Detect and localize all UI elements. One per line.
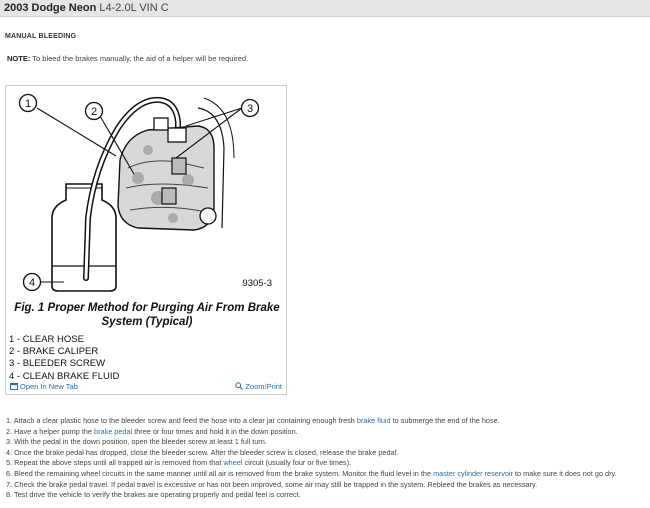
note: NOTE: To bleed the brakes manually, the … [7, 54, 248, 63]
figure-caption: Fig. 1 Proper Method for Purging Air Fro… [6, 301, 288, 329]
callout-3-label: 3 [247, 103, 253, 115]
open-in-new-tab-label: Open In New Tab [20, 382, 78, 391]
step-item: 6. Bleed the remaining wheel circuits in… [6, 468, 617, 478]
note-text: To bleed the brakes manually, the aid of… [30, 54, 249, 63]
note-label: NOTE: [7, 54, 31, 63]
callout-2-label: 2 [91, 106, 97, 118]
legend-item: 4 - CLEAN BRAKE FLUID [9, 370, 120, 382]
figure-caption-line-2: System (Typical) [101, 316, 193, 328]
legend-item: 2 - BRAKE CALIPER [9, 346, 99, 358]
page-header: 2003 Dodge Neon L4-2.0L VIN C [0, 0, 650, 17]
figure-legend: 1 - CLEAR HOSE 2 - BRAKE CALIPER 3 - BLE… [9, 334, 119, 383]
figure-actions: Open In New Tab Zoom/Print [6, 382, 286, 394]
open-in-new-tab-link[interactable]: Open In New Tab [10, 382, 78, 391]
figure-card: 1 2 3 4 9305-3 Fig. 1 Proper Method for … [5, 85, 287, 395]
window-icon [10, 382, 18, 390]
step-item: 3. With the pedal in the down position, … [6, 437, 267, 447]
step-item: 2. Have a helper pump the brake pedal th… [6, 426, 298, 436]
vehicle-model: 2003 Dodge Neon [4, 2, 97, 14]
brake-fluid-link[interactable]: brake fluid [357, 416, 391, 425]
procedure-steps: 1. Attach a clear plastic hose to the bl… [6, 416, 617, 501]
master-cylinder-reservoir-link[interactable]: master cylinder reservoir [433, 469, 513, 478]
figure-caption-line-1: Fig. 1 Proper Method for Purging Air Fro… [14, 302, 280, 314]
legend-item: 1 - CLEAR HOSE [9, 334, 84, 345]
step-item: 7. Check the brake pedal travel. If peda… [6, 479, 538, 489]
step-item: 4. Once the brake pedal has dropped, clo… [6, 447, 399, 457]
section-title: MANUAL BLEEDING [5, 33, 77, 40]
callout-1-label: 1 [25, 98, 31, 110]
figure-ref-number: 9305-3 [242, 278, 272, 289]
brake-pedal-link[interactable]: brake pedal [94, 427, 132, 436]
brake-bleeding-diagram: 1 2 3 4 9305-3 [18, 93, 272, 292]
zoom-print-label: Zoom/Print [245, 382, 282, 391]
step-item: 1. Attach a clear plastic hose to the bl… [6, 416, 500, 425]
step-item: 8. Test drive the vehicle to verify the … [6, 490, 301, 500]
legend-item: 3 - BLEEDER SCREW [9, 358, 106, 370]
zoom-print-link[interactable]: Zoom/Print [235, 382, 282, 391]
step-item: 5. Repeat the above steps until all trap… [6, 458, 352, 468]
magnifier-icon [235, 382, 244, 390]
vehicle-engine: L4-2.0L VIN C [99, 2, 169, 14]
wheel-link[interactable]: wheel [223, 458, 242, 467]
callout-4-label: 4 [29, 277, 35, 289]
